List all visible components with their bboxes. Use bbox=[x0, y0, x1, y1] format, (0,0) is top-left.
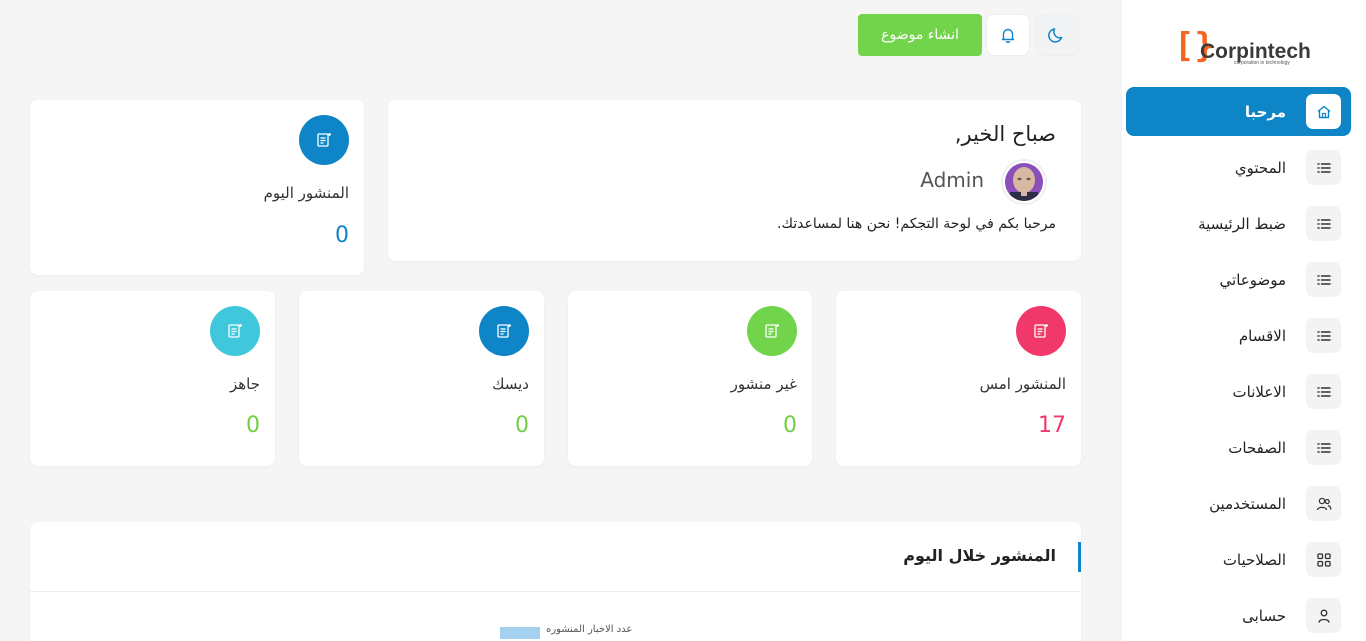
sidebar-item-home-settings[interactable]: ضبط الرئيسية bbox=[1126, 199, 1351, 248]
chart-header: المنشور خلال اليوم bbox=[30, 542, 1081, 572]
bell-icon bbox=[1001, 28, 1015, 44]
sidebar-item-welcome[interactable]: مرحبا bbox=[1126, 87, 1351, 136]
sidebar-item-content[interactable]: المحتوي bbox=[1126, 143, 1351, 192]
sidebar-item-label: الاقسام bbox=[1238, 326, 1286, 345]
chart-card: المنشور خلال اليوم عدد الاخبار المنشوره bbox=[30, 522, 1081, 641]
users-icon bbox=[1306, 486, 1341, 521]
legend-label: عدد الاخبار المنشوره bbox=[546, 624, 633, 635]
list-icon bbox=[1306, 150, 1341, 185]
stat-value: 0 bbox=[783, 413, 797, 438]
sidebar-item-label: المستخدمين bbox=[1209, 494, 1286, 513]
stat-card-desk: ديسك 0 bbox=[299, 291, 544, 466]
sidebar-item-account[interactable]: حسابى bbox=[1126, 591, 1351, 640]
notifications-button[interactable] bbox=[986, 14, 1030, 56]
greeting-title: صباح الخير, bbox=[954, 122, 1056, 146]
list-icon bbox=[1306, 206, 1341, 241]
avatar[interactable] bbox=[1001, 159, 1047, 205]
document-icon bbox=[747, 306, 797, 356]
moon-icon bbox=[1048, 28, 1063, 43]
document-icon bbox=[1016, 306, 1066, 356]
sidebar-item-pages[interactable]: الصفحات bbox=[1126, 423, 1351, 472]
brand-logo[interactable]: [} Corpintech corporation in technology bbox=[1174, 26, 1311, 68]
stat-label: المنشور اليوم bbox=[263, 184, 349, 202]
document-icon bbox=[299, 115, 349, 165]
sidebar-item-my-topics[interactable]: موضوعاتي bbox=[1126, 255, 1351, 304]
sidebar-item-sections[interactable]: الاقسام bbox=[1126, 311, 1351, 360]
sidebar-item-label: مرحبا bbox=[1244, 102, 1286, 121]
sidebar-item-label: الصفحات bbox=[1228, 438, 1286, 457]
grid-icon bbox=[1306, 542, 1341, 577]
stat-label: ديسك bbox=[492, 375, 529, 393]
user-icon bbox=[1306, 598, 1341, 633]
list-icon bbox=[1306, 318, 1341, 353]
stat-card-ready: جاهز 0 bbox=[30, 291, 275, 466]
create-topic-button[interactable]: انشاء موضوع bbox=[858, 14, 982, 56]
stat-label: غير منشور bbox=[730, 375, 797, 393]
sidebar-item-ads[interactable]: الاعلانات bbox=[1126, 367, 1351, 416]
stat-label: جاهز bbox=[229, 375, 260, 393]
list-icon bbox=[1306, 430, 1341, 465]
document-icon bbox=[479, 306, 529, 356]
sidebar-item-label: ضبط الرئيسية bbox=[1198, 214, 1286, 233]
brand-tagline: corporation in technology bbox=[1234, 60, 1290, 66]
sidebar-item-label: الاعلانات bbox=[1232, 382, 1287, 401]
divider bbox=[30, 591, 1081, 592]
avatar-photo-icon bbox=[1005, 163, 1043, 201]
chart-title: المنشور خلال اليوم bbox=[903, 546, 1056, 565]
list-icon bbox=[1306, 262, 1341, 297]
stat-value: 0 bbox=[335, 223, 349, 248]
legend-swatch[interactable] bbox=[500, 627, 540, 639]
sidebar-item-label: الصلاحيات bbox=[1222, 550, 1286, 569]
welcome-card: صباح الخير, Admin مرحبا بكم في لوحة التج… bbox=[388, 100, 1081, 261]
sidebar-item-users[interactable]: المستخدمين bbox=[1126, 479, 1351, 528]
sidebar-item-label: المحتوي bbox=[1234, 158, 1286, 177]
list-icon bbox=[1306, 374, 1341, 409]
stat-value: 0 bbox=[246, 413, 260, 438]
sidebar-item-label: موضوعاتي bbox=[1219, 270, 1286, 289]
stat-value: 0 bbox=[515, 413, 529, 438]
welcome-message: مرحبا بكم في لوحة التجكم! نحن هنا لمساعد… bbox=[777, 216, 1056, 232]
sidebar-item-permissions[interactable]: الصلاحيات bbox=[1126, 535, 1351, 584]
sidebar: [} Corpintech corporation in technology … bbox=[1122, 0, 1366, 641]
stat-label: المنشور امس bbox=[979, 375, 1066, 393]
stat-card-today: المنشور اليوم 0 bbox=[30, 100, 364, 275]
stat-card-unpublished: غير منشور 0 bbox=[568, 291, 812, 466]
home-icon bbox=[1306, 94, 1341, 129]
stat-value: 17 bbox=[1038, 413, 1066, 438]
document-icon bbox=[210, 306, 260, 356]
dark-mode-toggle[interactable] bbox=[1035, 14, 1079, 56]
stat-card-yesterday: المنشور امس 17 bbox=[836, 291, 1081, 466]
sidebar-item-label: حسابى bbox=[1242, 606, 1286, 625]
admin-username: Admin bbox=[920, 168, 984, 192]
